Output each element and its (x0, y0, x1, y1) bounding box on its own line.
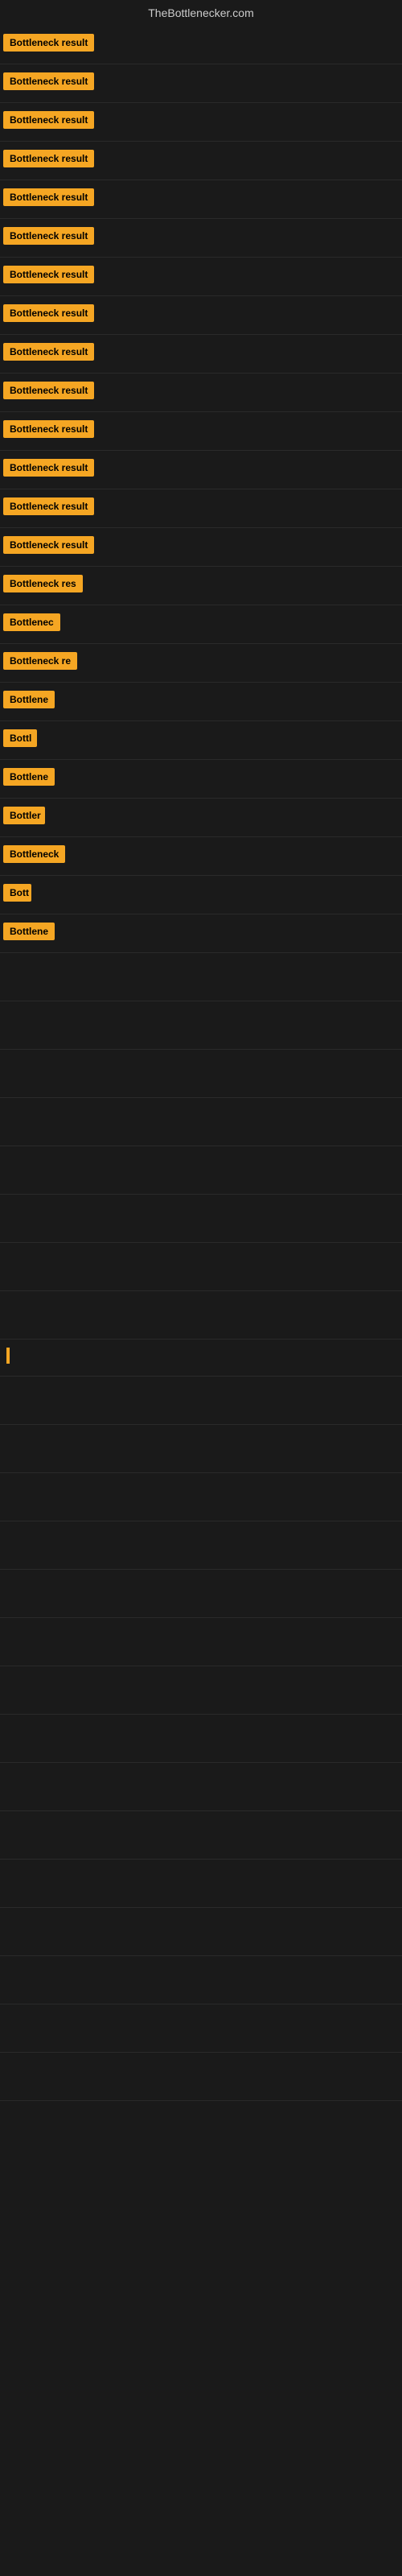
list-item: Bottleneck result (0, 103, 402, 142)
empty-row (0, 1860, 402, 1908)
bottleneck-result-badge[interactable]: Bottleneck (3, 845, 65, 863)
list-item: Bottleneck result (0, 26, 402, 64)
bottleneck-result-badge[interactable]: Bottleneck result (3, 497, 94, 515)
bottleneck-result-badge[interactable]: Bottleneck result (3, 266, 94, 283)
list-item: Bottleneck result (0, 528, 402, 567)
list-item: Bottleneck result (0, 258, 402, 296)
bottleneck-result-badge[interactable]: Bottleneck result (3, 188, 94, 206)
empty-row (0, 1618, 402, 1666)
list-item: Bottleneck res (0, 567, 402, 605)
empty-row (0, 1050, 402, 1098)
small-indicator-row (0, 1340, 402, 1377)
empty-row (0, 1243, 402, 1291)
bottleneck-result-badge[interactable]: Bottleneck result (3, 420, 94, 438)
empty-row (0, 1377, 402, 1425)
site-title: TheBottlenecker.com (0, 0, 402, 26)
bottleneck-result-badge[interactable]: Bottleneck result (3, 459, 94, 477)
empty-row (0, 1715, 402, 1763)
list-item: Bottleneck result (0, 489, 402, 528)
bottleneck-result-badge[interactable]: Bottleneck result (3, 382, 94, 399)
list-item: Bottleneck result (0, 412, 402, 451)
empty-row (0, 1146, 402, 1195)
empty-row (0, 1666, 402, 1715)
empty-row (0, 1001, 402, 1050)
list-item: Bott (0, 876, 402, 914)
list-item: Bottleneck result (0, 451, 402, 489)
bottleneck-result-badge[interactable]: Bottlenec (3, 613, 60, 631)
empty-row (0, 1291, 402, 1340)
empty-row (0, 1473, 402, 1521)
list-item: Bottleneck result (0, 296, 402, 335)
list-item: Bottleneck (0, 837, 402, 876)
bottleneck-result-badge[interactable]: Bott (3, 884, 31, 902)
list-item: Bottlene (0, 914, 402, 953)
list-item: Bottlenec (0, 605, 402, 644)
empty-row (0, 1811, 402, 1860)
empty-row (0, 1908, 402, 1956)
list-item: Bottleneck result (0, 64, 402, 103)
bottleneck-result-badge[interactable]: Bottleneck result (3, 150, 94, 167)
bottleneck-result-badge[interactable]: Bottl (3, 729, 37, 747)
bottleneck-result-badge[interactable]: Bottlene (3, 768, 55, 786)
list-item: Bottlene (0, 683, 402, 721)
bottleneck-result-badge[interactable]: Bottleneck result (3, 227, 94, 245)
empty-row (0, 1570, 402, 1618)
empty-row (0, 1521, 402, 1570)
list-item: Bottl (0, 721, 402, 760)
list-item: Bottleneck result (0, 180, 402, 219)
bottleneck-result-badge[interactable]: Bottleneck result (3, 111, 94, 129)
bottleneck-result-badge[interactable]: Bottlene (3, 691, 55, 708)
empty-row (0, 1195, 402, 1243)
list-item: Bottleneck result (0, 335, 402, 374)
bottleneck-result-badge[interactable]: Bottleneck result (3, 343, 94, 361)
empty-row (0, 953, 402, 1001)
list-item: Bottler (0, 799, 402, 837)
bottleneck-result-badge[interactable]: Bottlene (3, 923, 55, 940)
empty-row (0, 1763, 402, 1811)
list-item: Bottleneck re (0, 644, 402, 683)
empty-row (0, 2053, 402, 2101)
bottleneck-result-badge[interactable]: Bottleneck result (3, 304, 94, 322)
bottleneck-result-badge[interactable]: Bottleneck result (3, 72, 94, 90)
list-item: Bottleneck result (0, 142, 402, 180)
list-item: Bottleneck result (0, 219, 402, 258)
bottleneck-result-badge[interactable]: Bottleneck result (3, 536, 94, 554)
bottleneck-result-badge[interactable]: Bottleneck re (3, 652, 77, 670)
list-item: Bottlene (0, 760, 402, 799)
empty-row (0, 2004, 402, 2053)
list-item: Bottleneck result (0, 374, 402, 412)
empty-row (0, 1098, 402, 1146)
bottleneck-result-badge[interactable]: Bottler (3, 807, 45, 824)
empty-row (0, 1956, 402, 2004)
empty-row (0, 1425, 402, 1473)
bottleneck-result-badge[interactable]: Bottleneck res (3, 575, 83, 592)
small-indicator (6, 1348, 10, 1364)
bottleneck-result-badge[interactable]: Bottleneck result (3, 34, 94, 52)
